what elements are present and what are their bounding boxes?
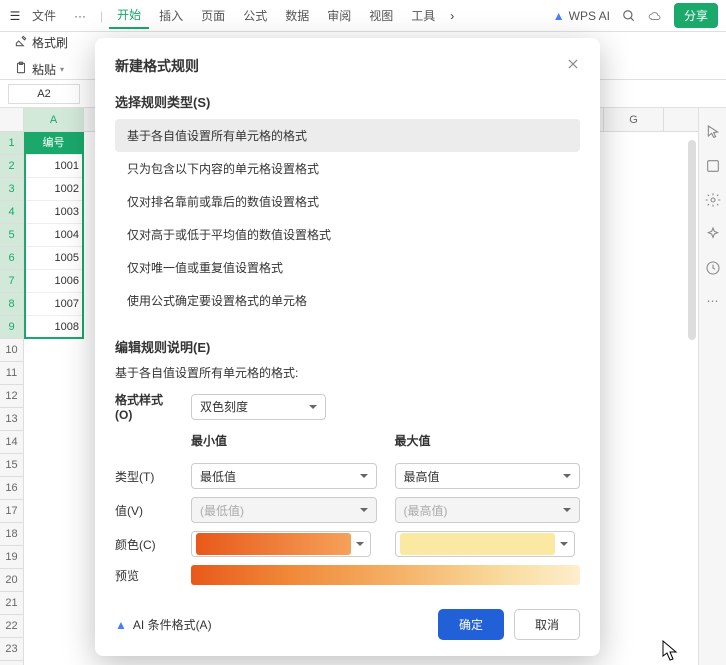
max-value-header: 最大值: [395, 432, 581, 449]
rule-type-list: 基于各自值设置所有单元格的格式 只为包含以下内容的单元格设置格式 仅对排名靠前或…: [115, 119, 580, 317]
menu-formula[interactable]: 公式: [235, 3, 275, 28]
ai-format-link[interactable]: ▲ AI 条件格式(A): [115, 616, 212, 633]
color-label: 颜色(C): [115, 536, 179, 553]
side-rail: ⋯: [698, 108, 726, 665]
menu-page[interactable]: 页面: [193, 3, 233, 28]
menu-file[interactable]: 文件: [24, 3, 64, 28]
row-headers[interactable]: 123456789 1011121314151617181920212223: [0, 108, 24, 665]
new-format-rule-dialog: 新建格式规则 选择规则类型(S) 基于各自值设置所有单元格的格式 只为包含以下内…: [95, 38, 600, 656]
pointer-icon[interactable]: [705, 124, 721, 140]
rule-item-5[interactable]: 使用公式确定要设置格式的单元格: [115, 284, 580, 317]
value-label: 值(V): [115, 502, 179, 519]
min-color-select[interactable]: [191, 531, 371, 557]
wps-ai-button[interactable]: ▲ WPS AI: [553, 9, 610, 23]
ai-spark-icon: ▲: [553, 9, 565, 23]
name-box[interactable]: A2: [8, 84, 80, 104]
rule-item-1[interactable]: 只为包含以下内容的单元格设置格式: [115, 152, 580, 185]
type-label: 类型(T): [115, 468, 179, 485]
edit-rule-desc-label: 编辑规则说明(E): [115, 337, 580, 356]
max-color-swatch: [400, 533, 555, 555]
min-value-header: 最小值: [191, 432, 377, 449]
min-type-select[interactable]: 最低值: [191, 463, 377, 489]
clipboard-icon: [14, 61, 28, 78]
search-icon[interactable]: [622, 9, 636, 23]
menu-data[interactable]: 数据: [277, 3, 317, 28]
select-rule-type-label: 选择规则类型(S): [115, 92, 580, 111]
format-style-select[interactable]: 双色刻度: [191, 394, 326, 420]
format-style-label: 格式样式(O): [115, 391, 179, 422]
menu-tools[interactable]: 工具: [403, 3, 443, 28]
menubar: ☰ 文件 ··· | 开始 插入 页面 公式 数据 审阅 视图 工具 › ▲ W…: [0, 0, 726, 32]
ai-spark-icon: ▲: [115, 618, 127, 632]
chevron-down-icon: ▾: [60, 65, 64, 74]
ok-button[interactable]: 确定: [438, 609, 504, 640]
gradient-preview: [191, 565, 580, 585]
vertical-scrollbar[interactable]: [688, 140, 696, 340]
menu-more[interactable]: ···: [66, 5, 94, 27]
min-color-swatch: [196, 533, 351, 555]
preview-label: 预览: [115, 567, 179, 584]
cancel-button[interactable]: 取消: [514, 609, 580, 640]
menu-insert[interactable]: 插入: [151, 3, 191, 28]
rule-description: 基于各自值设置所有单元格的格式:: [115, 364, 580, 381]
rule-item-0[interactable]: 基于各自值设置所有单元格的格式: [115, 119, 580, 152]
rule-item-4[interactable]: 仅对唯一值或重复值设置格式: [115, 251, 580, 284]
hamburger-icon[interactable]: ☰: [8, 9, 22, 23]
cloud-icon[interactable]: [648, 9, 662, 23]
menu-review[interactable]: 审阅: [319, 3, 359, 28]
clock-icon[interactable]: [705, 260, 721, 276]
share-button[interactable]: 分享: [674, 3, 718, 28]
min-value-input: (最低值): [191, 497, 377, 523]
sparkle-icon[interactable]: [705, 226, 721, 242]
menu-start[interactable]: 开始: [109, 2, 149, 29]
paste-button[interactable]: 粘贴 ▾: [10, 57, 72, 82]
max-type-select[interactable]: 最高值: [395, 463, 581, 489]
style-icon[interactable]: [705, 158, 721, 174]
max-color-select[interactable]: [395, 531, 575, 557]
max-value-input: (最高值): [395, 497, 581, 523]
dialog-title: 新建格式规则: [115, 56, 199, 76]
brush-icon: [14, 34, 28, 51]
close-button[interactable]: [566, 57, 580, 76]
more-ellipsis-icon[interactable]: ⋯: [705, 294, 721, 310]
rule-item-2[interactable]: 仅对排名靠前或靠后的数值设置格式: [115, 185, 580, 218]
format-painter-button[interactable]: 格式刷: [10, 30, 72, 55]
gear-icon[interactable]: [705, 192, 721, 208]
chevron-right-icon[interactable]: ›: [445, 9, 459, 23]
rule-item-3[interactable]: 仅对高于或低于平均值的数值设置格式: [115, 218, 580, 251]
header-cell: 编号: [24, 132, 84, 155]
menu-view[interactable]: 视图: [361, 3, 401, 28]
